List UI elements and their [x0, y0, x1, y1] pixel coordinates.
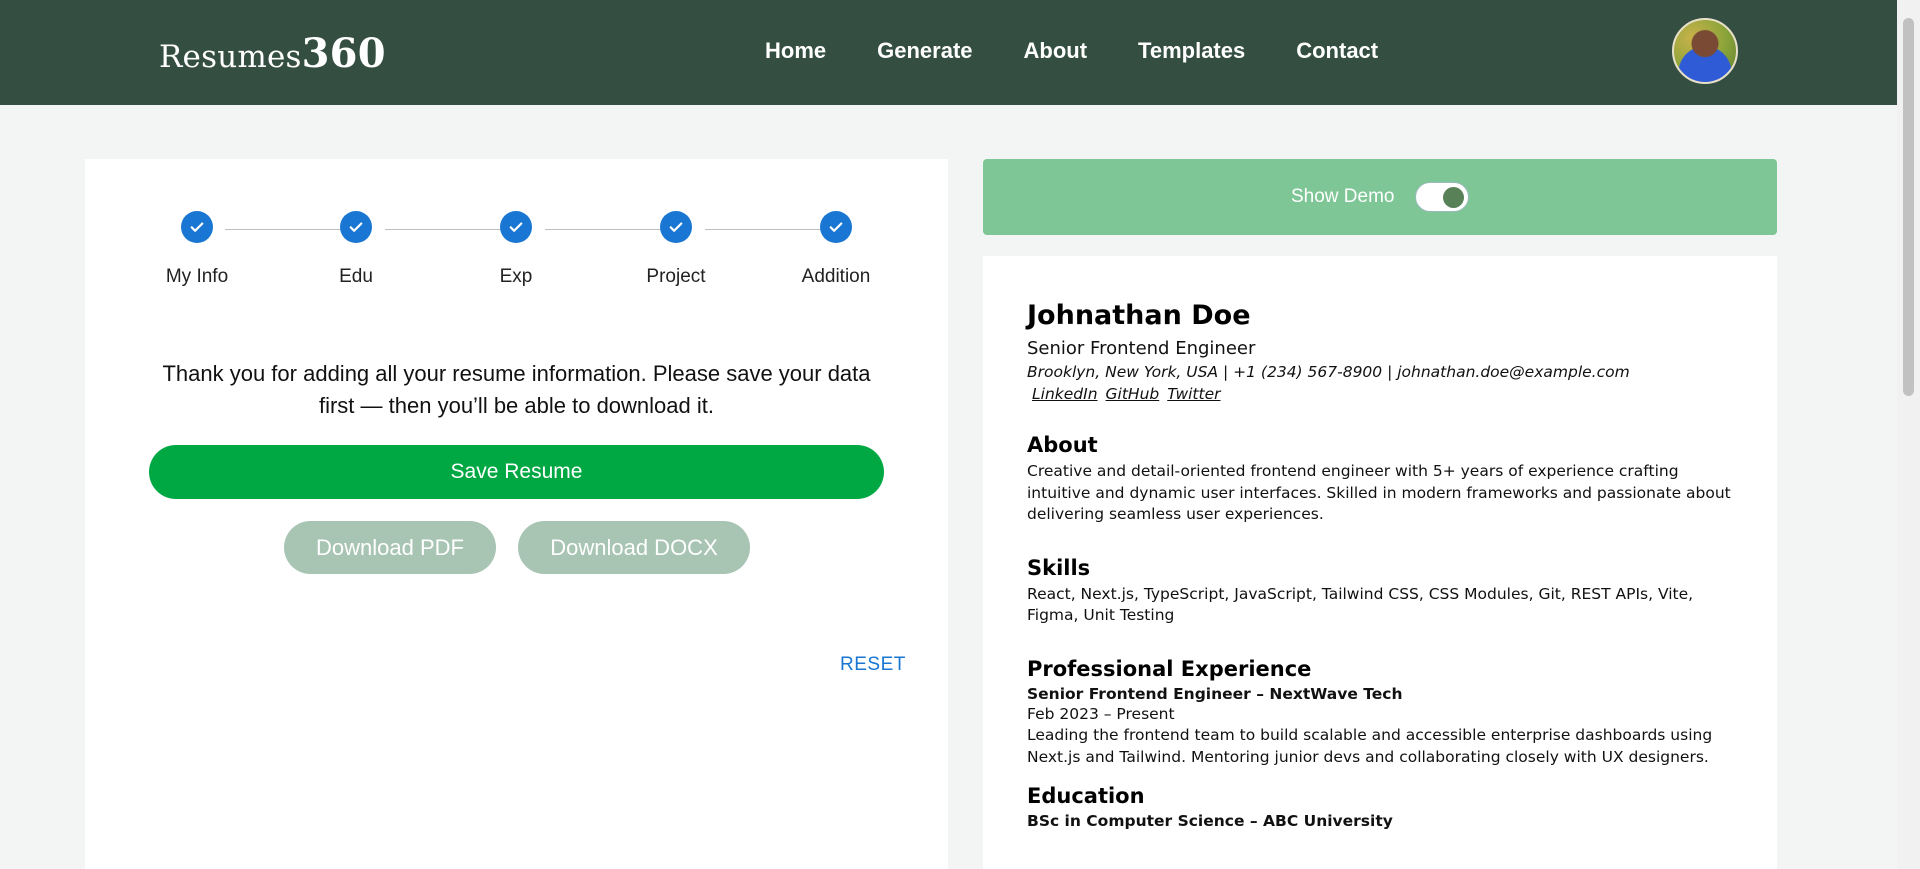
- resume-builder-card: My Info Edu Exp Project Addition Thank y…: [85, 159, 948, 869]
- step-edu[interactable]: Edu: [296, 211, 416, 288]
- show-demo-label: Show Demo: [1291, 186, 1395, 207]
- save-resume-button[interactable]: Save Resume: [149, 445, 884, 499]
- site-logo[interactable]: Resumes360: [159, 30, 386, 77]
- nav-about-link[interactable]: About: [1024, 38, 1088, 64]
- about-heading: About: [1027, 433, 1098, 457]
- resume-title: Senior Frontend Engineer: [1027, 338, 1256, 359]
- top-navbar: Resumes360 Home Generate About Templates…: [0, 0, 1897, 105]
- step-label: Addition: [801, 266, 871, 287]
- nav-templates-link[interactable]: Templates: [1138, 38, 1245, 64]
- twitter-link[interactable]: Twitter: [1167, 385, 1220, 403]
- user-avatar[interactable]: [1672, 18, 1738, 84]
- show-demo-toggle[interactable]: [1415, 182, 1469, 212]
- nav-contact-link[interactable]: Contact: [1296, 38, 1378, 64]
- check-icon: [500, 211, 532, 243]
- skills-heading: Skills: [1027, 555, 1091, 580]
- step-my-info[interactable]: My Info: [137, 211, 257, 288]
- linkedin-link[interactable]: LinkedIn: [1032, 385, 1098, 403]
- resume-links: LinkedIn GitHub Twitter: [1027, 385, 1733, 403]
- reset-button[interactable]: RESET: [840, 654, 906, 676]
- check-icon: [660, 211, 692, 243]
- check-icon: [340, 211, 372, 243]
- toggle-knob: [1443, 187, 1464, 208]
- page-scrollbar[interactable]: [1897, 0, 1920, 869]
- check-icon: [181, 211, 213, 243]
- step-project[interactable]: Project: [616, 211, 736, 288]
- download-pdf-button[interactable]: Download PDF: [284, 521, 496, 574]
- experience-text: Leading the frontend team to build scala…: [1027, 726, 1713, 766]
- check-icon: [820, 211, 852, 243]
- download-docx-button[interactable]: Download DOCX: [518, 521, 750, 574]
- step-addition[interactable]: Addition: [776, 211, 896, 288]
- education-degree: BSc in Computer Science – ABC University: [1027, 812, 1393, 830]
- completion-message: Thank you for adding all your resume inf…: [162, 361, 871, 418]
- scrollbar-thumb[interactable]: [1903, 18, 1914, 396]
- resume-contact: Brooklyn, New York, USA | +1 (234) 567-8…: [1027, 363, 1630, 381]
- step-exp[interactable]: Exp: [456, 211, 576, 288]
- skills-text: React, Next.js, TypeScript, JavaScript, …: [1027, 584, 1694, 625]
- resume-preview: Johnathan Doe Senior Frontend Engineer B…: [983, 256, 1777, 869]
- about-text: Creative and detail-oriented frontend en…: [1027, 462, 1731, 523]
- step-label: Edu: [339, 266, 373, 287]
- main-nav: Home Generate About Templates Contact: [765, 38, 1378, 64]
- nav-home-link[interactable]: Home: [765, 38, 826, 64]
- education-heading: Education: [1027, 784, 1145, 808]
- github-link[interactable]: GitHub: [1106, 385, 1160, 403]
- show-demo-bar: Show Demo: [983, 159, 1777, 235]
- step-label: My Info: [165, 266, 229, 287]
- resume-name: Johnathan Doe: [1027, 300, 1251, 331]
- experience-role: Senior Frontend Engineer – NextWave Tech: [1027, 684, 1403, 703]
- nav-generate-link[interactable]: Generate: [877, 38, 972, 64]
- step-label: Project: [646, 266, 706, 287]
- experience-dates: Feb 2023 – Present: [1027, 704, 1175, 723]
- step-label: Exp: [499, 266, 533, 287]
- experience-heading: Professional Experience: [1027, 656, 1312, 681]
